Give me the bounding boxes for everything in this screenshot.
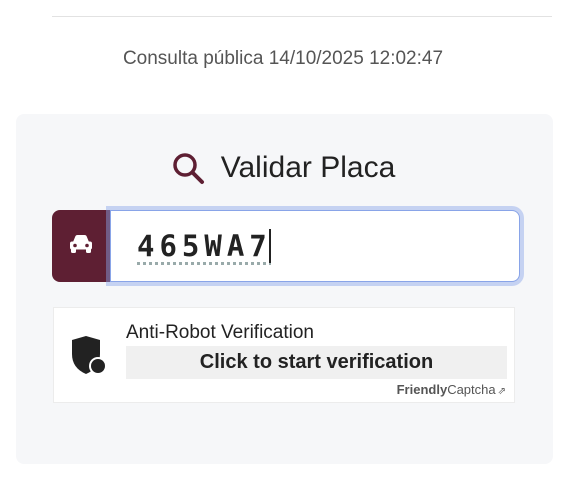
plate-prefix <box>52 210 110 282</box>
external-link-icon: ⇗ <box>497 386 506 397</box>
start-verification-button[interactable]: Click to start verification <box>126 346 507 379</box>
plate-input-group: 465WA7 <box>52 210 520 282</box>
query-timestamp: Consulta pública 14/10/2025 12:02:47 <box>122 48 444 69</box>
captcha-widget: Anti-Robot Verification Click to start v… <box>53 307 515 403</box>
plate-input[interactable]: 465WA7 <box>137 229 272 263</box>
shield-icon <box>68 334 112 378</box>
car-icon <box>68 233 94 260</box>
captcha-title: Anti-Robot Verification <box>126 322 314 343</box>
form-title-row: Validar Placa <box>0 146 566 190</box>
brand-rest: Captcha <box>447 382 496 397</box>
brand-bold: Friendly <box>396 382 448 397</box>
top-divider <box>52 16 552 17</box>
captcha-brand-link[interactable]: FriendlyCaptcha ⇗ <box>397 382 506 397</box>
search-icon <box>171 151 205 185</box>
form-title: Validar Placa <box>220 151 396 184</box>
text-caret <box>268 229 271 263</box>
plate-field-wrap[interactable]: 465WA7 <box>110 210 520 282</box>
